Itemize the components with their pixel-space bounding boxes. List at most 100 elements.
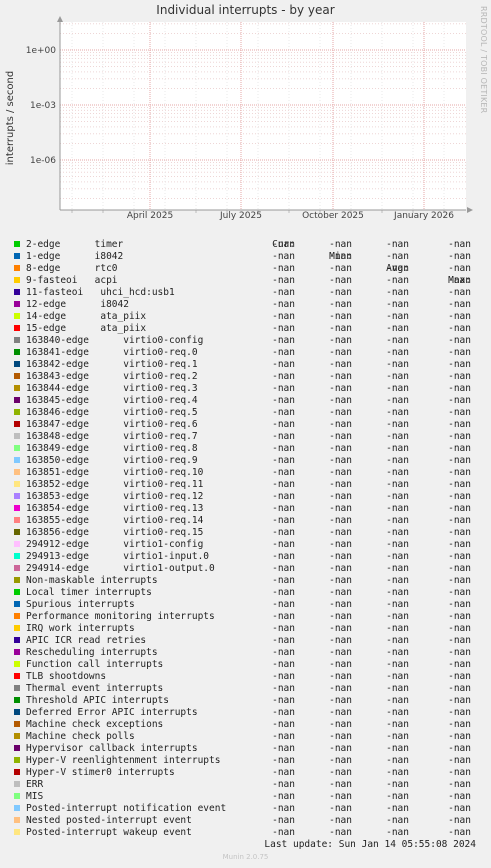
legend-row: 294914-edge virtio1-output.0 -nan -nan -nan… (12, 563, 471, 575)
legend-min-value: -nan (329, 371, 352, 382)
legend-max-value: -nan (448, 263, 471, 274)
legend-min-value: -nan (329, 779, 352, 790)
legend-avg-value: -nan (386, 551, 409, 562)
legend-min-value: -nan (329, 551, 352, 562)
legend-row: 163855-edge virtio0-req.14 -nan -nan -nan -n… (12, 515, 471, 527)
legend-label: Thermal event interrupts (26, 683, 164, 694)
legend-label: Posted-interrupt wakeup event (26, 827, 192, 838)
legend-avg-value: -nan (386, 731, 409, 742)
legend-swatch (14, 253, 20, 259)
legend-avg-value: -nan (386, 359, 409, 370)
legend-max-value: -nan (448, 335, 471, 346)
legend-max-value: -nan (448, 539, 471, 550)
legend-max-value: -nan (448, 683, 471, 694)
legend-row: Rescheduling interrupts -nan -nan -nan -nan (12, 647, 471, 659)
legend-swatch (14, 757, 20, 763)
legend-swatch (14, 781, 20, 787)
legend-min-value: -nan (329, 635, 352, 646)
legend-min-value: -nan (329, 347, 352, 358)
legend-swatch (14, 661, 20, 667)
legend-row: 163844-edge virtio0-req.3 -nan -nan -nan -na… (12, 383, 471, 395)
legend-avg-value: -nan (386, 371, 409, 382)
legend-swatch (14, 721, 20, 727)
legend-cur-value: -nan (272, 623, 295, 634)
legend-label: Machine check polls (26, 731, 135, 742)
legend-max-value: -nan (448, 287, 471, 298)
legend-max-value: -nan (448, 707, 471, 718)
legend-swatch (14, 301, 20, 307)
legend-avg-value: -nan (386, 563, 409, 574)
legend-max-value: -nan (448, 275, 471, 286)
legend-min-value: -nan (329, 731, 352, 742)
legend-avg-value: -nan (386, 659, 409, 670)
legend-min-value: -nan (329, 335, 352, 346)
legend-max-value: -nan (448, 251, 471, 262)
legend-swatch (14, 289, 20, 295)
legend-cur-value: -nan (272, 491, 295, 502)
last-update: Last update: Sun Jan 14 05:55:08 2024 (264, 839, 476, 850)
legend-cur-value: -nan (272, 335, 295, 346)
legend-avg-value: -nan (386, 479, 409, 490)
legend-max-value: -nan (448, 359, 471, 370)
legend-label: 294913-edge virtio1-input.0 (26, 551, 210, 562)
legend-avg-value: -nan (386, 239, 409, 250)
legend-row: Nested posted-interrupt event -nan -nan -na… (12, 815, 471, 827)
legend-label: 11-fasteoi uhci_hcd:usb1 (26, 287, 175, 298)
legend-cur-value: -nan (272, 587, 295, 598)
legend-min-value: -nan (329, 527, 352, 538)
legend-row: 1-edge i8042 -nan -nan -nan -nan (12, 251, 471, 263)
legend-avg-value: -nan (386, 419, 409, 430)
legend-label: Nested posted-interrupt event (26, 815, 192, 826)
legend-label: 163856-edge virtio0-req.15 (26, 527, 204, 538)
legend-avg-value: -nan (386, 611, 409, 622)
legend-row: MIS -nan -nan -nan -nan (12, 791, 471, 803)
legend-swatch (14, 277, 20, 283)
legend-min-value: -nan (329, 323, 352, 334)
legend-avg-value: -nan (386, 623, 409, 634)
legend-avg-value: -nan (386, 803, 409, 814)
legend-swatch (14, 421, 20, 427)
legend-min-value: -nan (329, 815, 352, 826)
legend-max-value: -nan (448, 623, 471, 634)
legend-row: Non-maskable interrupts -nan -nan -nan -nan (12, 575, 471, 587)
legend-min-value: -nan (329, 611, 352, 622)
legend-swatch (14, 397, 20, 403)
chart-plot: interrupts / second 1e+00 1e-03 1e-06 Apri… (5, 16, 473, 221)
legend-avg-value: -nan (386, 311, 409, 322)
legend-swatch (14, 589, 20, 595)
legend-cur-value: -nan (272, 731, 295, 742)
legend-max-value: -nan (448, 755, 471, 766)
legend-avg-value: -nan (386, 587, 409, 598)
legend-avg-value: -nan (386, 527, 409, 538)
legend-avg-value: -nan (386, 467, 409, 478)
legend-min-value: -nan (329, 647, 352, 658)
legend-avg-value: -nan (386, 791, 409, 802)
legend-label: 163853-edge virtio0-req.12 (26, 491, 204, 502)
legend-label: 163846-edge virtio0-req.5 (26, 407, 198, 418)
legend-avg-value: -nan (386, 827, 409, 838)
x-axis-arrow (467, 207, 473, 213)
legend-label: 163847-edge virtio0-req.6 (26, 419, 198, 430)
legend-label: 163844-edge virtio0-req.3 (26, 383, 198, 394)
legend-swatch (14, 637, 20, 643)
legend-row: 163841-edge virtio0-req.0 -nan -nan -nan -na… (12, 347, 471, 359)
legend-max-value: -nan (448, 587, 471, 598)
legend-label: Threshold APIC interrupts (26, 695, 169, 706)
legend-min-value: -nan (329, 707, 352, 718)
legend-max-value: -nan (448, 527, 471, 538)
legend-swatch (14, 649, 20, 655)
legend-row: 9-fasteoi acpi -nan -nan -nan -nan (12, 275, 471, 287)
legend-cur-value: -nan (272, 347, 295, 358)
legend-label: 1-edge i8042 (26, 251, 124, 262)
legend-row: Performance monitoring interrupts -nan -na… (12, 611, 471, 623)
legend-max-value: -nan (448, 299, 471, 310)
legend-avg-value: -nan (386, 299, 409, 310)
legend-max-value: -nan (448, 407, 471, 418)
legend-min-value: -nan (329, 287, 352, 298)
legend-min-value: -nan (329, 503, 352, 514)
legend-max-value: -nan (448, 479, 471, 490)
legend-avg-value: -nan (386, 503, 409, 514)
legend-cur-value: -nan (272, 539, 295, 550)
legend-swatch (14, 529, 20, 535)
legend-row: IRQ work interrupts -nan -nan -nan -nan (12, 623, 471, 635)
